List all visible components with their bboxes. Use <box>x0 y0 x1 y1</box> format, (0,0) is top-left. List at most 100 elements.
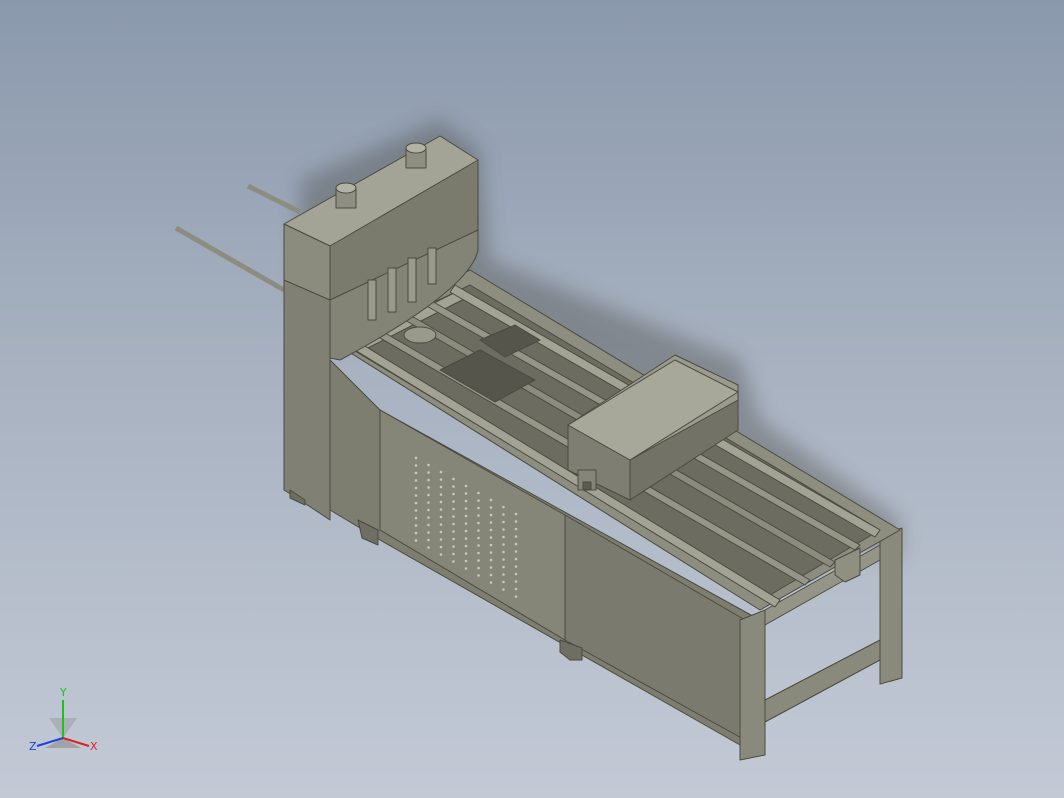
vent-hole <box>502 550 505 554</box>
vent-hole <box>464 492 468 495</box>
vent-hole <box>464 484 468 488</box>
vent-hole <box>464 529 468 533</box>
machine-model-view[interactable]: Y X Z <box>0 0 1064 798</box>
vent-hole <box>439 478 443 481</box>
vent-hole <box>452 477 455 481</box>
vent-hole <box>464 499 468 503</box>
vent-hole <box>477 514 480 517</box>
vent-hole <box>414 464 418 467</box>
vent-hole <box>414 501 418 505</box>
vent-hole <box>489 506 493 509</box>
vent-hole <box>464 514 468 518</box>
vent-hole <box>414 516 418 520</box>
vent-hole <box>464 537 468 540</box>
vent-hole <box>477 529 480 532</box>
vent-hole <box>439 553 443 556</box>
vent-hole <box>439 538 443 541</box>
vent-hole <box>427 478 430 482</box>
vent-hole <box>427 471 430 474</box>
vent-hole <box>439 530 443 534</box>
vent-hole <box>427 501 430 504</box>
vent-hole <box>514 572 518 576</box>
vent-hole <box>452 530 455 533</box>
vent-hole <box>439 485 443 489</box>
vent-hole <box>439 545 443 549</box>
vent-hole <box>514 580 518 583</box>
vent-hole <box>514 512 518 516</box>
vent-hole <box>464 544 468 548</box>
vent-hole <box>414 531 418 535</box>
vent-hole <box>489 566 493 569</box>
vent-hole <box>489 521 493 524</box>
vent-hole <box>489 551 493 554</box>
vent-hole <box>489 581 493 584</box>
vent-hole <box>477 499 480 502</box>
vent-hole <box>502 588 505 591</box>
vent-hole <box>489 536 493 539</box>
vent-hole <box>477 544 480 547</box>
vent-hole <box>452 492 455 496</box>
vent-hole <box>502 543 505 546</box>
vent-hole <box>514 535 518 538</box>
triad-base <box>45 738 81 748</box>
vent-hole <box>514 565 518 568</box>
vent-hole <box>502 528 505 531</box>
vent-hole <box>414 471 418 475</box>
vent-hole <box>502 505 505 509</box>
vent-hole <box>489 498 493 502</box>
vent-hole <box>414 456 418 460</box>
vent-hole <box>514 587 518 591</box>
vent-hole <box>427 508 430 512</box>
vent-hole <box>414 524 418 527</box>
vent-hole <box>427 516 430 519</box>
vent-hole <box>439 515 443 519</box>
vent-hole <box>502 535 505 539</box>
vent-hole <box>502 565 505 569</box>
vent-hole <box>427 546 430 549</box>
vent-hole <box>489 558 493 562</box>
back-rods <box>174 183 302 293</box>
vent-hole <box>452 485 455 488</box>
vent-hole <box>514 520 518 523</box>
vent-hole <box>414 509 418 512</box>
vent-hole <box>464 522 468 525</box>
vent-hole <box>502 520 505 524</box>
vent-hole <box>502 573 505 576</box>
vent-hole <box>477 559 480 562</box>
vent-hole <box>477 574 480 577</box>
vent-hole <box>464 552 468 555</box>
cad-viewport[interactable]: Y X Z <box>0 0 1064 798</box>
vent-hole <box>477 521 480 525</box>
vent-hole <box>477 536 480 540</box>
vent-hole <box>427 463 430 467</box>
vent-hole <box>439 493 443 496</box>
vent-hole <box>452 522 455 526</box>
axis-triad[interactable]: Y X Z <box>29 686 98 753</box>
vent-hole <box>414 479 418 482</box>
vent-hole <box>489 573 493 577</box>
vent-hole <box>477 491 480 495</box>
vent-hole <box>414 494 418 497</box>
vent-hole <box>514 542 518 546</box>
vent-hole <box>452 515 455 518</box>
vent-hole <box>514 527 518 531</box>
y-axis-label: Y <box>59 686 67 699</box>
vent-hole <box>489 513 493 517</box>
vent-hole <box>514 595 518 598</box>
z-axis-label: Z <box>29 740 37 753</box>
vent-hole <box>489 543 493 547</box>
vent-hole <box>414 539 418 542</box>
vent-hole <box>439 508 443 511</box>
vent-hole <box>502 513 505 516</box>
vent-hole <box>452 537 455 541</box>
vent-hole <box>514 550 518 553</box>
vent-hole <box>427 531 430 534</box>
vent-hole <box>477 566 480 570</box>
vent-hole <box>477 551 480 555</box>
vent-hole <box>502 580 505 584</box>
vent-hole <box>464 567 468 570</box>
vent-hole <box>452 500 455 503</box>
vent-hole <box>414 486 418 490</box>
vent-hole <box>502 558 505 561</box>
vent-hole <box>489 528 493 532</box>
